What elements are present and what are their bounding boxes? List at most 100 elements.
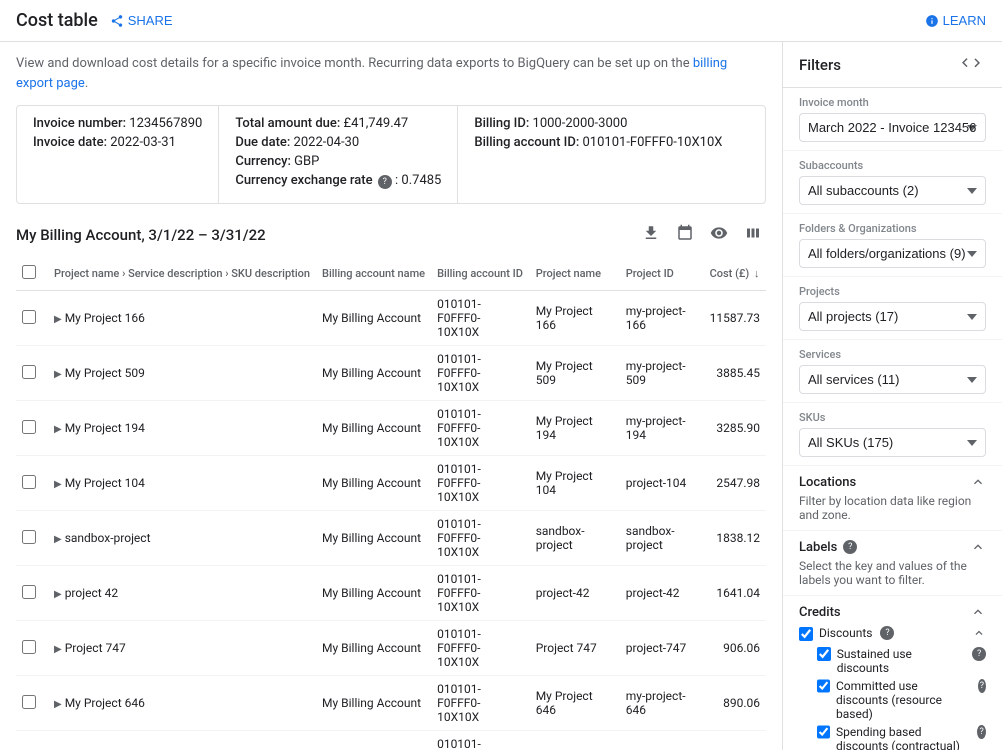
table-row: ▶ sandbox-project My Billing Account 010… (16, 511, 766, 566)
row-project-name: ▶ My Project 194 (48, 401, 316, 456)
row-billing-id: 010101-F0FFF0-10X10X (431, 566, 530, 621)
invoice-month-select[interactable]: March 2022 - Invoice 1234567890 (799, 113, 986, 142)
row-cost: 800.40 (704, 731, 766, 750)
labels-header[interactable]: Labels ? (799, 539, 986, 555)
row-checkbox[interactable] (22, 310, 36, 324)
spending-based-checkbox[interactable] (817, 725, 830, 739)
invoice-section-middle: Total amount due: £41,749.47 Due date: 2… (219, 106, 458, 203)
row-billing-id: 010101-F0FFF0-10X10X (431, 676, 530, 731)
learn-button[interactable]: LEARN (925, 13, 986, 28)
content-area: View and download cost details for a spe… (0, 42, 782, 750)
row-checkbox-cell (16, 621, 48, 676)
row-project-id: sandbox-project (620, 511, 704, 566)
select-all-header (16, 257, 48, 291)
view-button[interactable] (706, 220, 732, 249)
invoice-month-filter: Invoice month March 2022 - Invoice 12345… (783, 88, 1002, 151)
row-checkbox[interactable] (22, 475, 36, 489)
table-header-row: Project name › Service description › SKU… (16, 257, 766, 291)
col-billing-account[interactable]: Billing account name (316, 257, 431, 291)
row-project-id: my-project-646 (620, 676, 704, 731)
discounts-checkbox[interactable] (799, 627, 813, 641)
row-expand-arrow[interactable]: ▶ (54, 699, 62, 710)
row-cost: 1838.12 (704, 511, 766, 566)
subaccounts-filter: Subaccounts All subaccounts (2) (783, 151, 1002, 214)
learn-icon (925, 14, 939, 28)
row-checkbox[interactable] (22, 640, 36, 654)
locations-collapse-icon (970, 474, 986, 490)
row-project-name: ▶ sandbox-project (48, 511, 316, 566)
cost-sort-icon (754, 267, 760, 280)
row-project: My Project 104 (530, 456, 620, 511)
row-project: dev project (530, 731, 620, 750)
row-expand-arrow[interactable]: ▶ (54, 589, 62, 600)
projects-select[interactable]: All projects (17) (799, 302, 986, 331)
billing-account-id-row: Billing account ID: 010101-F0FFF0-10X10X (474, 135, 722, 150)
row-expand-arrow[interactable]: ▶ (54, 314, 62, 325)
spending-help-icon[interactable]: ? (977, 725, 986, 739)
row-billing-account: My Billing Account (316, 511, 431, 566)
row-expand-arrow[interactable]: ▶ (54, 534, 62, 545)
sidebar-collapse-button[interactable] (956, 54, 986, 75)
row-expand-arrow[interactable]: ▶ (54, 644, 62, 655)
row-project-id: project-42 (620, 566, 704, 621)
table-actions (638, 220, 766, 249)
row-project-name: ▶ dev project (48, 731, 316, 750)
locations-header[interactable]: Locations (799, 474, 986, 490)
col-project-name[interactable]: Project name › Service description › SKU… (48, 257, 316, 291)
row-checkbox[interactable] (22, 365, 36, 379)
row-billing-account: My Billing Account (316, 346, 431, 401)
row-expand-arrow[interactable]: ▶ (54, 369, 62, 380)
billing-id-row: Billing ID: 1000-2000-3000 (474, 116, 722, 131)
locations-filter: Locations Filter by location data like r… (783, 466, 1002, 531)
columns-button[interactable] (740, 220, 766, 249)
col-project[interactable]: Project name (530, 257, 620, 291)
row-cost: 3885.45 (704, 346, 766, 401)
schedule-button[interactable] (672, 220, 698, 249)
discounts-expand-icon[interactable] (972, 626, 986, 640)
subaccounts-select[interactable]: All subaccounts (2) (799, 176, 986, 205)
folders-filter: Folders & Organizations All folders/orga… (783, 214, 1002, 277)
exchange-help-icon[interactable]: ? (378, 175, 392, 189)
sustained-use-checkbox[interactable] (817, 647, 831, 661)
row-billing-account: My Billing Account (316, 731, 431, 750)
credits-collapse-icon[interactable] (970, 604, 986, 620)
table-row: ▶ project 42 My Billing Account 010101-F… (16, 566, 766, 621)
labels-help-icon[interactable]: ? (843, 540, 857, 554)
row-checkbox[interactable] (22, 530, 36, 544)
skus-filter: SKUs All SKUs (175) (783, 403, 1002, 466)
row-project: My Project 166 (530, 291, 620, 346)
row-checkbox[interactable] (22, 585, 36, 599)
col-cost[interactable]: Cost (£) (704, 257, 766, 291)
row-project-name: ▶ My Project 646 (48, 676, 316, 731)
committed-help-icon[interactable]: ? (978, 679, 986, 693)
share-button[interactable]: SHARE (110, 13, 173, 28)
skus-select[interactable]: All SKUs (175) (799, 428, 986, 457)
sidebar-title: Filters (799, 56, 841, 74)
table-scroll-container[interactable]: Project name › Service description › SKU… (16, 257, 766, 750)
page-title: Cost table (16, 10, 98, 31)
folders-select[interactable]: All folders/organizations (9) (799, 239, 986, 268)
row-billing-account: My Billing Account (316, 401, 431, 456)
credits-header: Credits (799, 604, 986, 620)
row-project-name: ▶ My Project 166 (48, 291, 316, 346)
row-expand-arrow[interactable]: ▶ (54, 479, 62, 490)
invoice-number-row: Invoice number: 1234567890 (33, 116, 202, 131)
sustained-help-icon[interactable]: ? (972, 647, 986, 661)
row-project-name: ▶ My Project 104 (48, 456, 316, 511)
row-checkbox[interactable] (22, 420, 36, 434)
row-checkbox-cell (16, 676, 48, 731)
row-project-id: project-104 (620, 456, 704, 511)
download-button[interactable] (638, 220, 664, 249)
select-all-checkbox[interactable] (22, 265, 36, 279)
committed-use-checkbox[interactable] (817, 679, 830, 693)
discounts-help-icon[interactable]: ? (880, 626, 894, 640)
row-project: My Project 646 (530, 676, 620, 731)
row-checkbox-cell (16, 511, 48, 566)
row-checkbox[interactable] (22, 695, 36, 709)
description: View and download cost details for a spe… (16, 54, 766, 93)
col-billing-id[interactable]: Billing account ID (431, 257, 530, 291)
col-project-id[interactable]: Project ID (620, 257, 704, 291)
row-project-name: ▶ Project 747 (48, 621, 316, 676)
row-expand-arrow[interactable]: ▶ (54, 424, 62, 435)
services-select[interactable]: All services (11) (799, 365, 986, 394)
